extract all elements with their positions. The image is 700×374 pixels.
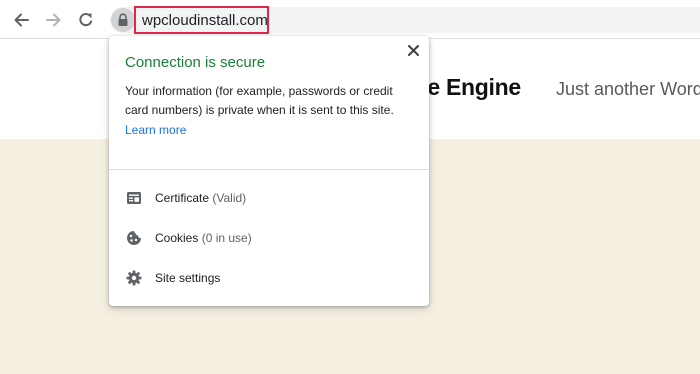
- connection-description: Your information (for example, passwords…: [125, 84, 394, 117]
- cookies-label: Cookies: [155, 231, 199, 245]
- forward-button[interactable]: [43, 9, 65, 31]
- site-title[interactable]: te Engine: [420, 74, 521, 101]
- certificate-icon: [125, 189, 143, 207]
- arrow-right-icon: [46, 13, 61, 27]
- cookies-item[interactable]: Cookies (0 in use): [109, 221, 429, 255]
- back-button[interactable]: [10, 9, 32, 31]
- url-text: wpcloudinstall.com: [142, 11, 268, 29]
- learn-more-link[interactable]: Learn more: [125, 123, 186, 137]
- arrow-left-icon: [14, 13, 29, 27]
- certificate-item[interactable]: Certificate (Valid): [109, 181, 429, 215]
- browser-toolbar: wpcloudinstall.com: [0, 0, 700, 39]
- close-button[interactable]: [405, 42, 421, 58]
- connection-status-title: Connection is secure: [125, 54, 266, 71]
- close-icon: [407, 44, 419, 56]
- cookie-icon: [125, 229, 143, 247]
- site-info-button[interactable]: [111, 8, 135, 32]
- site-tagline: Just another Word: [556, 79, 700, 99]
- site-settings-label: Site settings: [155, 271, 221, 285]
- url-highlight[interactable]: wpcloudinstall.com: [134, 6, 269, 34]
- site-info-popup: Connection is secure Your information (f…: [109, 36, 429, 306]
- site-settings-item[interactable]: Site settings: [109, 261, 429, 295]
- reload-button[interactable]: [75, 9, 97, 31]
- certificate-label: Certificate: [155, 191, 210, 205]
- reload-icon: [79, 12, 93, 27]
- divider: [109, 169, 429, 170]
- cookies-count: (0 in use): [201, 231, 252, 245]
- lock-icon: [118, 13, 128, 26]
- gear-icon: [125, 269, 143, 287]
- certificate-status: (Valid): [212, 191, 247, 205]
